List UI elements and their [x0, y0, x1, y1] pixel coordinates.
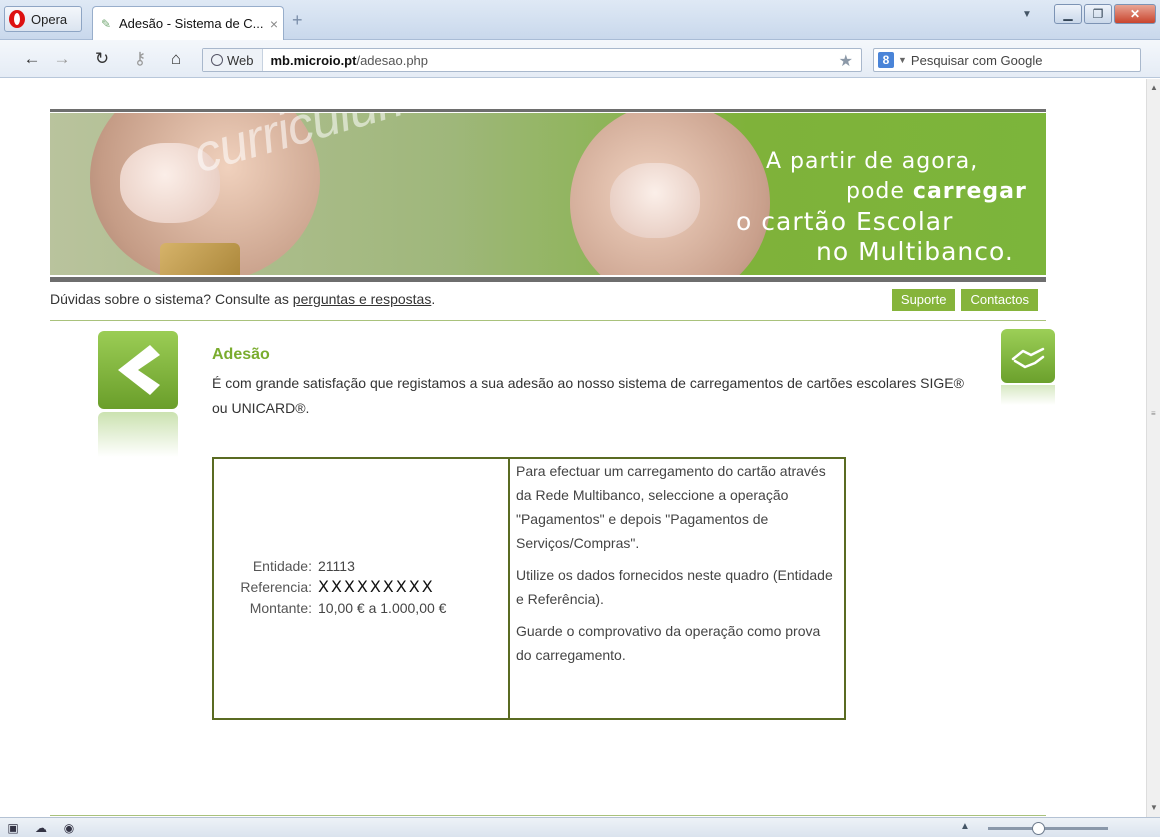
globe-icon — [211, 54, 223, 66]
content-divider — [50, 320, 1046, 321]
top-nav-buttons: Suporte Contactos — [891, 289, 1038, 311]
footer-rule — [50, 815, 1046, 816]
scroll-down-icon[interactable]: ▼ — [1147, 801, 1160, 815]
reload-icon[interactable]: ↻ — [92, 49, 112, 69]
turbo-icon[interactable]: ◉ — [62, 821, 76, 835]
card-chip-image — [160, 243, 240, 275]
page-title: Adesão — [212, 346, 270, 363]
instruction-paragraph: Para efectuar um carregamento do cartão … — [516, 463, 826, 551]
close-button[interactable]: ✕ — [1114, 4, 1156, 24]
zoom-slider-handle[interactable] — [1032, 822, 1045, 835]
help-suffix: . — [431, 291, 436, 307]
back-chevron-button[interactable] — [98, 331, 178, 409]
browser-window: Opera ✎ Adesão - Sistema de C... × + ▼ ▁… — [0, 0, 1160, 837]
slogan-line-2: pode carregar — [736, 177, 1036, 207]
slogan-line-3-prefix: o — [736, 207, 762, 236]
payment-instructions: Para efectuar um carregamento do cartão … — [510, 459, 844, 718]
tab-adesao[interactable]: ✎ Adesão - Sistema de C... × — [92, 6, 284, 40]
tab-close-icon[interactable]: × — [265, 16, 283, 32]
entity-label: Entidade: — [252, 557, 312, 574]
amount-label: Montante: — [249, 599, 312, 616]
tab-menu-chevron-down-icon[interactable]: ▼ — [1016, 9, 1038, 20]
scroll-grip-icon[interactable]: ≡ — [1151, 409, 1156, 418]
slogan-line-1: A partir de agora, — [766, 149, 979, 174]
new-tab-icon[interactable]: + — [292, 11, 308, 29]
url-text[interactable]: mb.microio.pt/adesao.php — [263, 53, 429, 68]
header-banner: curriculum Sistema Integrado de Gestão d… — [50, 113, 1046, 275]
help-prefix: Dúvidas sobre o sistema? Consulte as — [50, 291, 293, 307]
payment-details-grid: Entidade: 21113 Referencia: XXXXXXXXX Mo… — [214, 555, 510, 618]
slogan-line-4: no Multibanco. — [816, 237, 1014, 266]
opera-menu-button[interactable]: Opera — [4, 6, 82, 32]
thumbnail-right-image — [610, 163, 700, 238]
back-arrow-icon[interactable]: ← — [22, 49, 42, 69]
scroll-up-icon[interactable]: ▲ — [1147, 81, 1160, 95]
forward-arrow-icon[interactable]: → — [52, 49, 72, 69]
restore-button[interactable]: ❐ — [1084, 4, 1112, 24]
reference-value: XXXXXXXXX — [318, 577, 435, 596]
support-button[interactable]: Suporte — [891, 289, 956, 311]
url-path: /adesao.php — [356, 52, 429, 68]
banner-slogan: A partir de agora, pode carregar o cartã… — [736, 147, 1036, 267]
payment-reference-box: Entidade: 21113 Referencia: XXXXXXXXX Mo… — [212, 457, 846, 720]
unite-icon[interactable]: ☁ — [34, 821, 48, 835]
address-bar[interactable]: Web mb.microio.pt/adesao.php ★ — [202, 48, 862, 72]
header-top-rule — [50, 109, 1046, 112]
search-engine-chevron-down-icon[interactable]: ▼ — [898, 55, 907, 65]
zoom-menu-icon[interactable]: ▲ — [960, 821, 970, 832]
instruction-paragraph: Utilize os dados fornecidos neste quadro… — [516, 567, 833, 607]
opera-menu-label: Opera — [31, 11, 68, 27]
amount-row: Montante: 10,00 € a 1.000,00 € — [214, 597, 510, 618]
url-host: mb.microio.pt — [270, 52, 357, 68]
back-button-reflection — [98, 412, 178, 457]
tab-bar: Opera ✎ Adesão - Sistema de C... × + ▼ ▁… — [0, 0, 1160, 40]
reference-row: Referencia: XXXXXXXXX — [214, 576, 510, 597]
header-bottom-rule — [50, 277, 1046, 282]
page-favicon-icon: ✎ — [101, 16, 112, 31]
search-engine-icon[interactable]: 8 — [878, 52, 894, 68]
zoom-slider[interactable] — [988, 827, 1108, 830]
confirmation-message: É com grande satisfação que registamos a… — [212, 375, 964, 416]
payment-details: Entidade: 21113 Referencia: XXXXXXXXX Mo… — [214, 459, 510, 718]
handshake-icon — [1001, 329, 1055, 383]
slogan-line-3-bold: cartão Escolar — [761, 207, 954, 236]
chevron-left-icon — [118, 345, 160, 395]
key-icon[interactable]: ⚷ — [130, 49, 150, 69]
site-info-badge[interactable]: Web — [203, 49, 263, 71]
amount-value: 10,00 € a 1.000,00 € — [318, 599, 447, 616]
status-bar: ▣ ☁ ◉ ▲ — [0, 817, 1160, 837]
tab-title: Adesão - Sistema de C... — [119, 16, 264, 31]
web-badge-label: Web — [227, 52, 254, 68]
window-controls: ▼ ▁ ❐ ✕ — [1016, 4, 1156, 24]
reference-label: Referencia: — [240, 578, 312, 595]
instruction-paragraph: Guarde o comprovativo da operação como p… — [516, 623, 821, 663]
slogan-line-3: o cartão Escolar — [736, 207, 1036, 237]
opera-logo-icon — [9, 10, 25, 28]
handshake-reflection — [1001, 385, 1055, 405]
help-text: Dúvidas sobre o sistema? Consulte as per… — [50, 291, 435, 307]
entity-value: 21113 — [318, 557, 355, 574]
handshake-icon-graphic — [1011, 347, 1045, 369]
page-viewport: curriculum Sistema Integrado de Gestão d… — [0, 79, 1146, 817]
entity-row: Entidade: 21113 — [214, 555, 510, 576]
star-icon[interactable]: ★ — [839, 51, 853, 71]
search-placeholder: Pesquisar com Google — [910, 52, 1043, 68]
home-icon[interactable]: ⌂ — [166, 49, 186, 69]
navigation-bar: ← → ↻ ⚷ ⌂ Web mb.microio.pt/adesao.php ★… — [0, 40, 1160, 78]
search-field[interactable]: 8 ▼ Pesquisar com Google — [873, 48, 1141, 72]
slogan-line-2-bold: carregar — [912, 179, 1027, 204]
contacts-button[interactable]: Contactos — [961, 289, 1038, 311]
faq-link[interactable]: perguntas e respostas — [293, 291, 432, 307]
vertical-scrollbar[interactable]: ▲ ≡ ▼ — [1146, 79, 1160, 817]
panel-toggle-icon[interactable]: ▣ — [6, 821, 20, 835]
slogan-line-2-prefix: pode — [846, 179, 913, 204]
minimize-button[interactable]: ▁ — [1054, 4, 1082, 24]
